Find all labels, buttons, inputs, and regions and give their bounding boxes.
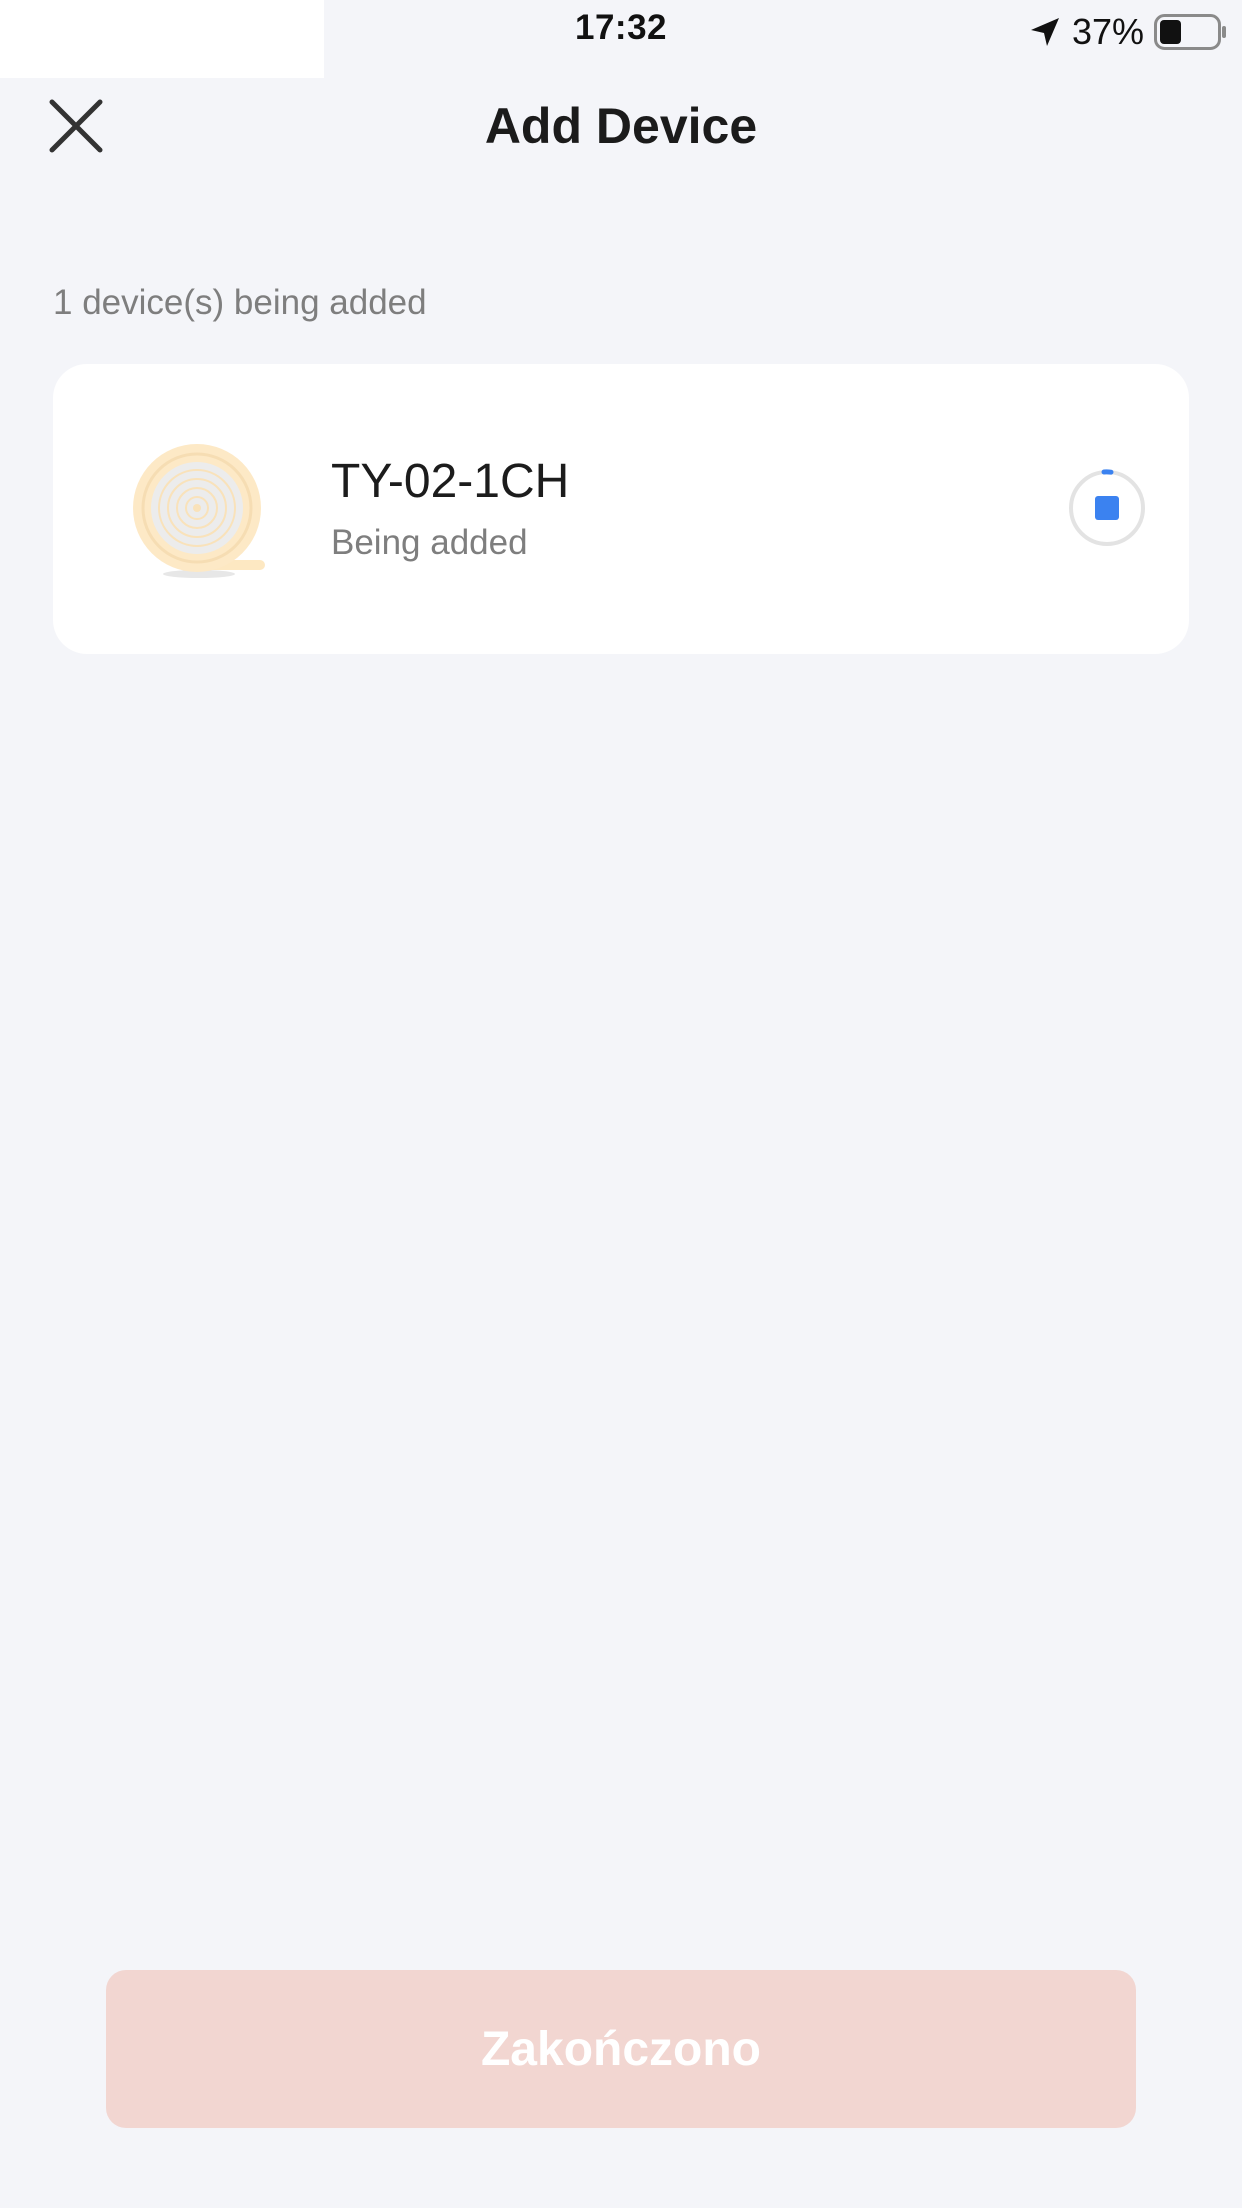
- finish-button[interactable]: Zakończono: [106, 1970, 1136, 2128]
- devices-count-label: 1 device(s) being added: [53, 283, 427, 322]
- status-bar: 17:32 37%: [0, 0, 1242, 78]
- device-name: TY-02-1CH: [331, 455, 570, 508]
- device-status: Being added: [331, 523, 528, 562]
- device-card: TY-02-1CH Being added: [53, 364, 1189, 654]
- device-image: [133, 444, 265, 578]
- status-right-group: 37%: [1028, 10, 1228, 54]
- progress-stop-icon: [1095, 496, 1119, 520]
- battery-icon: [1154, 14, 1226, 50]
- page-title: Add Device: [484, 98, 758, 154]
- battery-percent: 37%: [1071, 11, 1144, 52]
- location-arrow-icon: [1030, 18, 1059, 46]
- progress-stop-button[interactable]: [1067, 468, 1147, 548]
